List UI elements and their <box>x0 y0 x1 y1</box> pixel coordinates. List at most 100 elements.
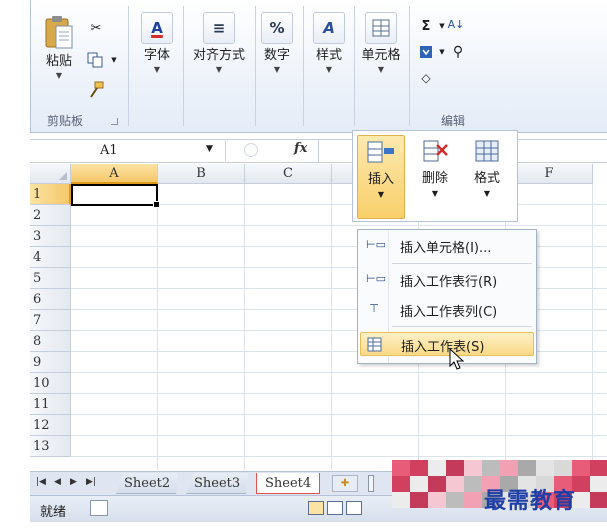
number-button[interactable]: % 数字 ▼ <box>255 6 299 92</box>
number-label: 数字 <box>263 48 290 63</box>
pixel-block <box>410 492 428 508</box>
last-sheet-icon[interactable]: ▶| <box>86 477 96 487</box>
page-layout-view-icon[interactable] <box>327 501 343 515</box>
menu-item-insert-column[interactable]: ⊤ 插入工作表列(C) <box>360 298 534 322</box>
styles-icon: A <box>313 12 345 44</box>
format-painter-icon[interactable] <box>85 80 107 100</box>
pixel-block <box>464 460 482 476</box>
row-header-10[interactable]: 10 <box>30 373 71 394</box>
normal-view-icon[interactable] <box>308 501 324 515</box>
insert-cells-icon <box>364 139 398 169</box>
pixel-block <box>572 460 590 476</box>
cells-label: 单元格 <box>361 48 401 63</box>
chevron-down-icon: ▼ <box>377 65 385 74</box>
cells-button[interactable]: 单元格 ▼ <box>356 6 406 92</box>
row-header-5[interactable]: 5 <box>30 268 71 289</box>
gridline-horizontal <box>71 435 607 436</box>
paste-button[interactable]: 粘贴 ▼ <box>37 10 81 96</box>
paste-label: 粘贴 <box>45 54 72 69</box>
cells-icon <box>365 12 397 44</box>
alignment-button[interactable]: ≡ 对齐方式 ▼ <box>187 6 251 92</box>
insert-function-icon[interactable]: fx <box>294 141 307 156</box>
sheet-tab[interactable]: Sheet2 <box>116 473 178 494</box>
menu-item-label: 插入工作表(S) <box>401 340 485 355</box>
format-button[interactable]: 格式 ▼ <box>463 135 511 219</box>
pixel-block <box>428 460 446 476</box>
sheet-tab[interactable]: Sheet3 <box>186 473 248 494</box>
editing-group: Σ ▼ A↓ ▼ ⚲ ◇ 编辑 <box>411 0 511 133</box>
gridline-vertical <box>157 184 158 470</box>
row-header-11[interactable]: 11 <box>30 394 71 415</box>
pixel-block <box>446 492 464 508</box>
column-header-f[interactable]: F <box>506 164 593 184</box>
first-sheet-icon[interactable]: |◀ <box>36 477 46 487</box>
delete-button[interactable]: 删除 ▼ <box>411 135 459 219</box>
percent-icon: % <box>261 12 293 44</box>
group-separator <box>354 6 355 126</box>
dialog-launcher-icon[interactable] <box>111 118 118 125</box>
clear-icon[interactable]: ◇ <box>415 68 437 88</box>
sheet-tab-active[interactable]: Sheet4 <box>256 473 321 494</box>
pixel-block <box>446 460 464 476</box>
pixel-block <box>464 476 482 492</box>
page-break-view-icon[interactable] <box>346 501 362 515</box>
menu-item-insert-row[interactable]: ⊢▭ 插入工作表行(R) <box>360 268 534 292</box>
insert-cells-icon: ⊢▭ <box>366 238 386 251</box>
menu-item-insert-cells[interactable]: ⊢▭ 插入单元格(I)... <box>360 234 534 258</box>
gridline-vertical <box>592 184 593 470</box>
pixel-block <box>428 492 446 508</box>
row-header-3[interactable]: 3 <box>30 226 71 247</box>
row-header-2[interactable]: 2 <box>30 205 71 226</box>
column-header-b[interactable]: B <box>158 164 245 184</box>
font-label: 字体 <box>143 48 170 63</box>
chevron-down-icon: ▼ <box>273 65 281 74</box>
pixel-block <box>590 492 607 508</box>
mouse-cursor-icon <box>449 348 465 370</box>
find-icon[interactable]: ⚲ <box>447 42 469 62</box>
pixel-block <box>410 476 428 492</box>
row-header-4[interactable]: 4 <box>30 247 71 268</box>
menu-item-label: 插入工作表行(R) <box>400 275 498 290</box>
name-box-value: A1 <box>100 143 118 158</box>
active-cell[interactable] <box>71 184 160 208</box>
pixel-block <box>392 492 410 508</box>
row-header-6[interactable]: 6 <box>30 289 71 310</box>
cut-icon[interactable]: ✂ <box>85 18 107 38</box>
chevron-down-icon: ▼ <box>325 65 333 74</box>
font-button[interactable]: A 字体 ▼ <box>135 6 179 92</box>
insert-sheet-tab-icon[interactable]: ✚ <box>332 475 358 492</box>
group-separator <box>409 6 410 126</box>
chevron-down-icon: ▼ <box>431 189 439 198</box>
column-header-c[interactable]: C <box>245 164 332 184</box>
chevron-down-icon[interactable]: ▼ <box>206 144 213 154</box>
macro-record-icon[interactable] <box>90 500 108 516</box>
insert-button[interactable]: 插入 ▼ <box>357 135 405 219</box>
row-header-13[interactable]: 13 <box>30 436 71 457</box>
next-sheet-icon[interactable]: ▶ <box>70 477 77 487</box>
watermark-text: 最需教育 <box>484 488 577 514</box>
styles-button[interactable]: A 样式 ▼ <box>307 6 351 92</box>
row-header-7[interactable]: 7 <box>30 310 71 331</box>
sort-filter-icon[interactable]: A↓ <box>445 14 467 34</box>
column-header-a[interactable]: A <box>71 164 158 184</box>
row-header-9[interactable]: 9 <box>30 352 71 373</box>
delete-cells-icon <box>418 138 452 168</box>
select-all-corner[interactable] <box>30 164 71 184</box>
copy-dropdown-icon[interactable]: ▼ <box>103 50 125 70</box>
paste-icon <box>44 14 74 52</box>
prev-sheet-icon[interactable]: ◀ <box>54 477 61 487</box>
insert-row-icon: ⊢▭ <box>366 272 386 285</box>
row-header-8[interactable]: 8 <box>30 331 71 352</box>
chevron-down-icon: ▼ <box>215 65 223 74</box>
name-box[interactable]: A1 ▼ <box>30 141 226 161</box>
tab-scroll-divider[interactable] <box>368 475 374 492</box>
group-separator <box>303 6 304 126</box>
divider-handle-icon[interactable] <box>244 143 258 157</box>
align-icon: ≡ <box>203 12 235 44</box>
pixel-block <box>518 460 536 476</box>
pixel-block <box>392 476 410 492</box>
menu-item-insert-sheet[interactable]: 插入工作表(S) <box>360 332 534 356</box>
row-header-12[interactable]: 12 <box>30 415 71 436</box>
pixel-block <box>410 460 428 476</box>
row-header-1[interactable]: 1 <box>30 184 71 205</box>
